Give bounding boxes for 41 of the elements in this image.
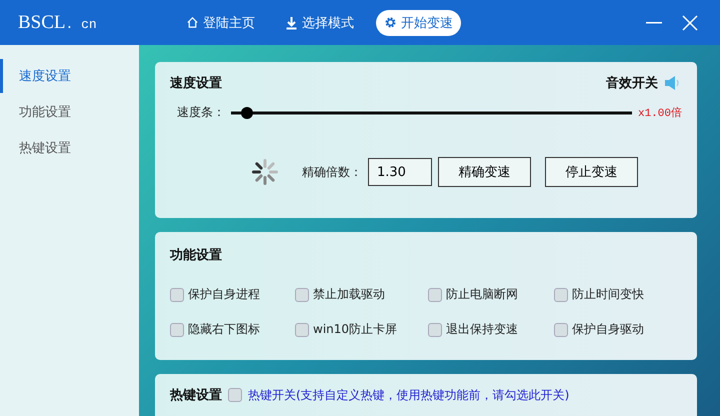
slider-thumb[interactable]	[241, 106, 254, 118]
checkbox-icon[interactable]	[170, 322, 184, 336]
panel-title: 功能设置	[170, 248, 222, 263]
sidebar-item[interactable]: 功能设置	[0, 95, 139, 129]
home-icon	[186, 16, 199, 29]
option-checkbox[interactable]: 防止电脑断网	[428, 286, 554, 303]
checkbox-icon[interactable]	[295, 322, 309, 336]
spinner-icon	[250, 157, 280, 187]
speed-reading: x1.00倍	[638, 106, 682, 120]
download-icon	[285, 16, 298, 30]
slider-label: 速度条：	[177, 104, 225, 121]
checkbox-icon[interactable]	[428, 322, 442, 336]
option-checkbox[interactable]: 退出保持变速	[428, 321, 554, 338]
nav-tab[interactable]: 登陆主页	[178, 10, 263, 36]
checkbox-icon[interactable]	[228, 388, 242, 402]
sidebar-item[interactable]: 热键设置	[0, 131, 139, 165]
nav-tab[interactable]: 开始变速	[376, 10, 461, 36]
minimize-icon	[646, 22, 662, 24]
checkbox-icon[interactable]	[428, 288, 442, 302]
close-icon	[682, 14, 698, 30]
checkbox-icon[interactable]	[170, 288, 184, 302]
option-checkbox[interactable]: 保护自身驱动	[554, 321, 682, 338]
sound-label: 音效开关	[606, 74, 658, 92]
checkbox-icon[interactable]	[554, 322, 568, 336]
checkbox-icon[interactable]	[554, 288, 568, 302]
precise-button[interactable]: 精确变速	[438, 157, 531, 187]
stop-button[interactable]: 停止变速	[545, 157, 638, 187]
option-checkbox[interactable]: 防止时间变快	[554, 286, 682, 303]
option-checkbox[interactable]: 保护自身进程	[170, 286, 295, 303]
precise-label: 精确倍数：	[302, 164, 362, 180]
nav-tab[interactable]: 选择模式	[277, 10, 362, 36]
settings-icon	[384, 16, 397, 29]
app-logo: BSCL. cn	[18, 12, 98, 34]
panel-title: 热键设置	[170, 387, 222, 404]
panel-title: 速度设置	[170, 74, 222, 92]
option-checkbox[interactable]: win10防止卡屏	[295, 321, 428, 338]
hotkey-toggle-label[interactable]: 热键开关(支持自定义热键，使用热键功能前，请勾选此开关)	[248, 386, 570, 404]
option-checkbox[interactable]: 禁止加载驱动	[295, 286, 428, 303]
option-checkbox[interactable]: 隐藏右下图标	[170, 321, 295, 338]
checkbox-icon[interactable]	[295, 288, 309, 302]
multiplier-field[interactable]: 1.30	[368, 158, 432, 186]
